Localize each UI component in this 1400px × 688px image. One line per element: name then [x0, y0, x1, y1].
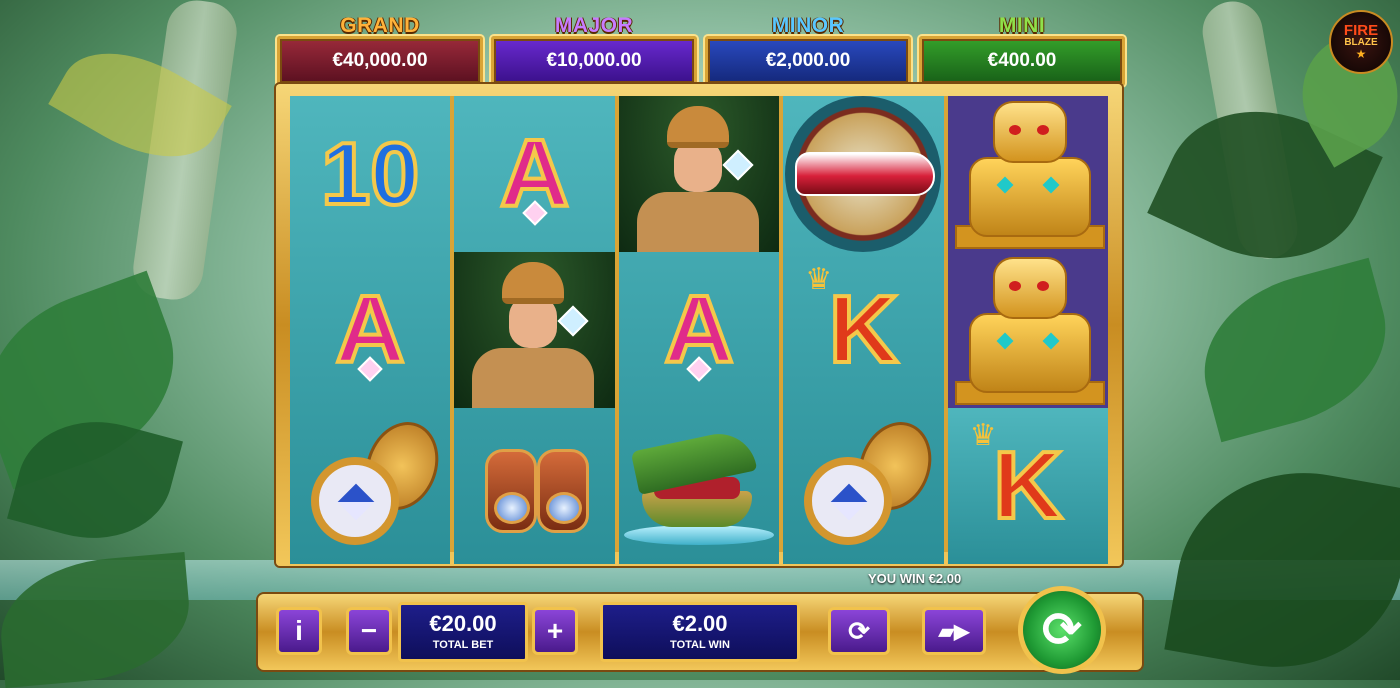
spin-icon: ⟳	[1041, 602, 1083, 658]
total-bet-display: €20.00 TOTAL BET	[398, 602, 528, 662]
symbol-compass-rose	[783, 96, 943, 252]
golden-idol-icon	[948, 255, 1107, 405]
jackpot-title: MAJOR	[554, 14, 634, 37]
reel-4: ♛ K	[783, 96, 944, 564]
info-icon: i	[295, 615, 303, 646]
jackpot-value: €10,000.00	[546, 50, 642, 71]
info-button[interactable]: i	[276, 607, 322, 655]
golden-idol-icon	[948, 99, 1107, 249]
repeat-icon: ⟳	[848, 615, 870, 646]
reel-grid: 10 A A A ♛ K ♛ K	[290, 96, 1108, 564]
jackpot-value-box: €2,000.00	[705, 36, 911, 86]
total-win-value: €2.00	[672, 611, 728, 636]
star-icon: ★	[1355, 47, 1367, 61]
reel-1: 10 A	[290, 96, 451, 564]
jackpot-grand: GRAND €40,000.00	[277, 14, 483, 86]
symbol-label: K	[991, 432, 1064, 539]
symbol-explorer	[454, 252, 615, 408]
decrease-bet-button[interactable]: −	[346, 607, 392, 655]
symbol-ten: 10	[290, 96, 450, 252]
jackpot-value: €2,000.00	[765, 50, 851, 71]
fast-forward-icon: ▰▶	[938, 620, 970, 643]
reel-3: A	[618, 96, 780, 564]
symbol-a: A	[454, 96, 614, 252]
plus-icon: +	[546, 615, 564, 646]
pocket-compass-icon	[804, 411, 944, 545]
jackpot-value-box: €10,000.00	[491, 36, 697, 86]
symbol-k: ♛ K	[783, 252, 943, 408]
symbol-compass	[290, 408, 451, 564]
reel-frame: 10 A A A ♛ K ♛ K	[276, 84, 1122, 566]
jackpot-value-box: €400.00	[919, 36, 1125, 86]
symbol-label: K	[827, 276, 900, 383]
jackpot-title: MINI	[998, 14, 1046, 37]
symbol-a: A	[619, 252, 779, 408]
logo-line1: FIRE	[1343, 22, 1379, 39]
pocket-compass-icon	[311, 411, 451, 545]
symbol-explorer	[618, 96, 780, 252]
minus-icon: −	[360, 615, 378, 646]
symbol-a: A	[290, 252, 450, 408]
jackpot-title: GRAND	[340, 14, 420, 37]
explorer-icon	[618, 96, 780, 252]
turbo-button[interactable]: ▰▶	[922, 607, 986, 655]
autoplay-button[interactable]: ⟳	[828, 607, 890, 655]
symbol-binoculars	[454, 408, 614, 564]
jackpot-value: €40,000.00	[332, 50, 428, 71]
symbol-k: ♛ K	[947, 408, 1108, 564]
control-bar: i − €20.00 TOTAL BET + €2.00 TOTAL WIN ⟳…	[258, 586, 1142, 674]
jackpot-major: MAJOR €10,000.00	[491, 14, 697, 86]
increase-bet-button[interactable]: +	[532, 607, 578, 655]
symbol-compass	[783, 408, 944, 564]
symbol-label: 10	[319, 124, 421, 223]
binoculars-icon	[475, 431, 595, 541]
crocodile-icon	[623, 421, 774, 551]
jackpot-minor: MINOR €2,000.00	[705, 14, 911, 86]
symbol-idol	[948, 252, 1108, 408]
reel-5: ♛ K	[947, 96, 1108, 564]
jackpot-title: MINOR	[771, 14, 845, 37]
reel-2: A	[454, 96, 615, 564]
total-win-display: €2.00 TOTAL WIN	[600, 602, 800, 662]
spin-button[interactable]: ⟳	[1018, 586, 1106, 674]
total-bet-label: TOTAL BET	[432, 639, 494, 651]
fire-blaze-logo: FIRE BLAZE ★	[1329, 10, 1393, 74]
jackpot-value-box: €40,000.00	[277, 36, 483, 86]
seaplane-compass-icon	[785, 96, 942, 252]
crown-icon: ♛	[805, 262, 833, 297]
jackpot-mini: MINI €400.00	[919, 14, 1125, 86]
crown-icon: ♛	[969, 418, 997, 453]
win-message: YOU WIN €2.00	[868, 571, 962, 586]
explorer-icon	[454, 252, 615, 408]
total-bet-value: €20.00	[429, 611, 497, 636]
total-win-label: TOTAL WIN	[670, 639, 730, 651]
jackpot-value: €400.00	[987, 50, 1057, 71]
symbol-idol	[948, 96, 1108, 252]
symbol-crocodile	[619, 408, 779, 564]
